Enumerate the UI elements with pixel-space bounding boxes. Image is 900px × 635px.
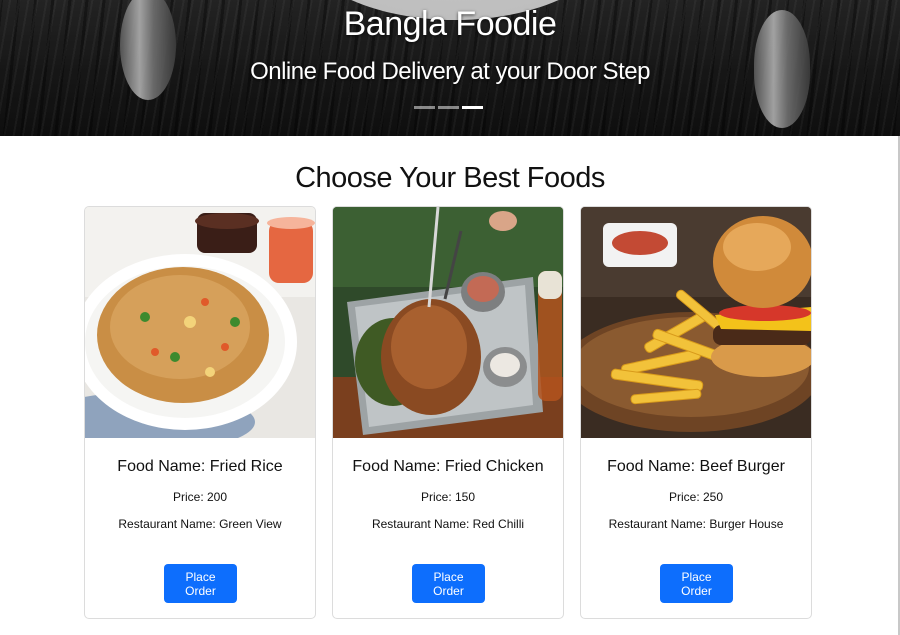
- hero-title: Bangla Foodie: [343, 5, 557, 43]
- hero-subtitle: Online Food Delivery at your Door Step: [250, 58, 650, 85]
- food-card: Food Name: Fried Rice Price: 200 Restaur…: [84, 206, 316, 619]
- place-order-button[interactable]: Place Order: [164, 564, 237, 603]
- section-title: Choose Your Best Foods: [295, 162, 605, 194]
- food-price: Price: 250: [668, 490, 724, 504]
- place-order-button[interactable]: Place Order: [660, 564, 733, 603]
- food-price: Price: 150: [420, 490, 476, 504]
- food-name: Food Name: Beef Burger: [607, 458, 785, 475]
- food-card: Food Name: Fried Chicken Price: 150 Rest…: [332, 206, 564, 619]
- food-card: Food Name: Beef Burger Price: 250 Restau…: [580, 206, 812, 619]
- restaurant-name: Restaurant Name: Green View: [118, 517, 282, 531]
- fried-chicken-image: [333, 207, 563, 438]
- restaurant-name: Restaurant Name: Burger House: [608, 517, 784, 531]
- hero-banner: Bangla Foodie Online Food Delivery at yo…: [0, 0, 900, 136]
- food-name: Food Name: Fried Rice: [117, 458, 283, 475]
- carousel-indicator-1[interactable]: [414, 106, 435, 109]
- fried-rice-image: [85, 207, 315, 438]
- carousel-indicator-3[interactable]: [462, 106, 483, 109]
- beef-burger-image: [581, 207, 811, 438]
- food-name: Food Name: Fried Chicken: [352, 458, 544, 475]
- carousel-indicators: [414, 106, 483, 109]
- place-order-button[interactable]: Place Order: [412, 564, 485, 603]
- food-price: Price: 200: [172, 490, 228, 504]
- carousel-indicator-2[interactable]: [438, 106, 459, 109]
- restaurant-name: Restaurant Name: Red Chilli: [371, 517, 525, 531]
